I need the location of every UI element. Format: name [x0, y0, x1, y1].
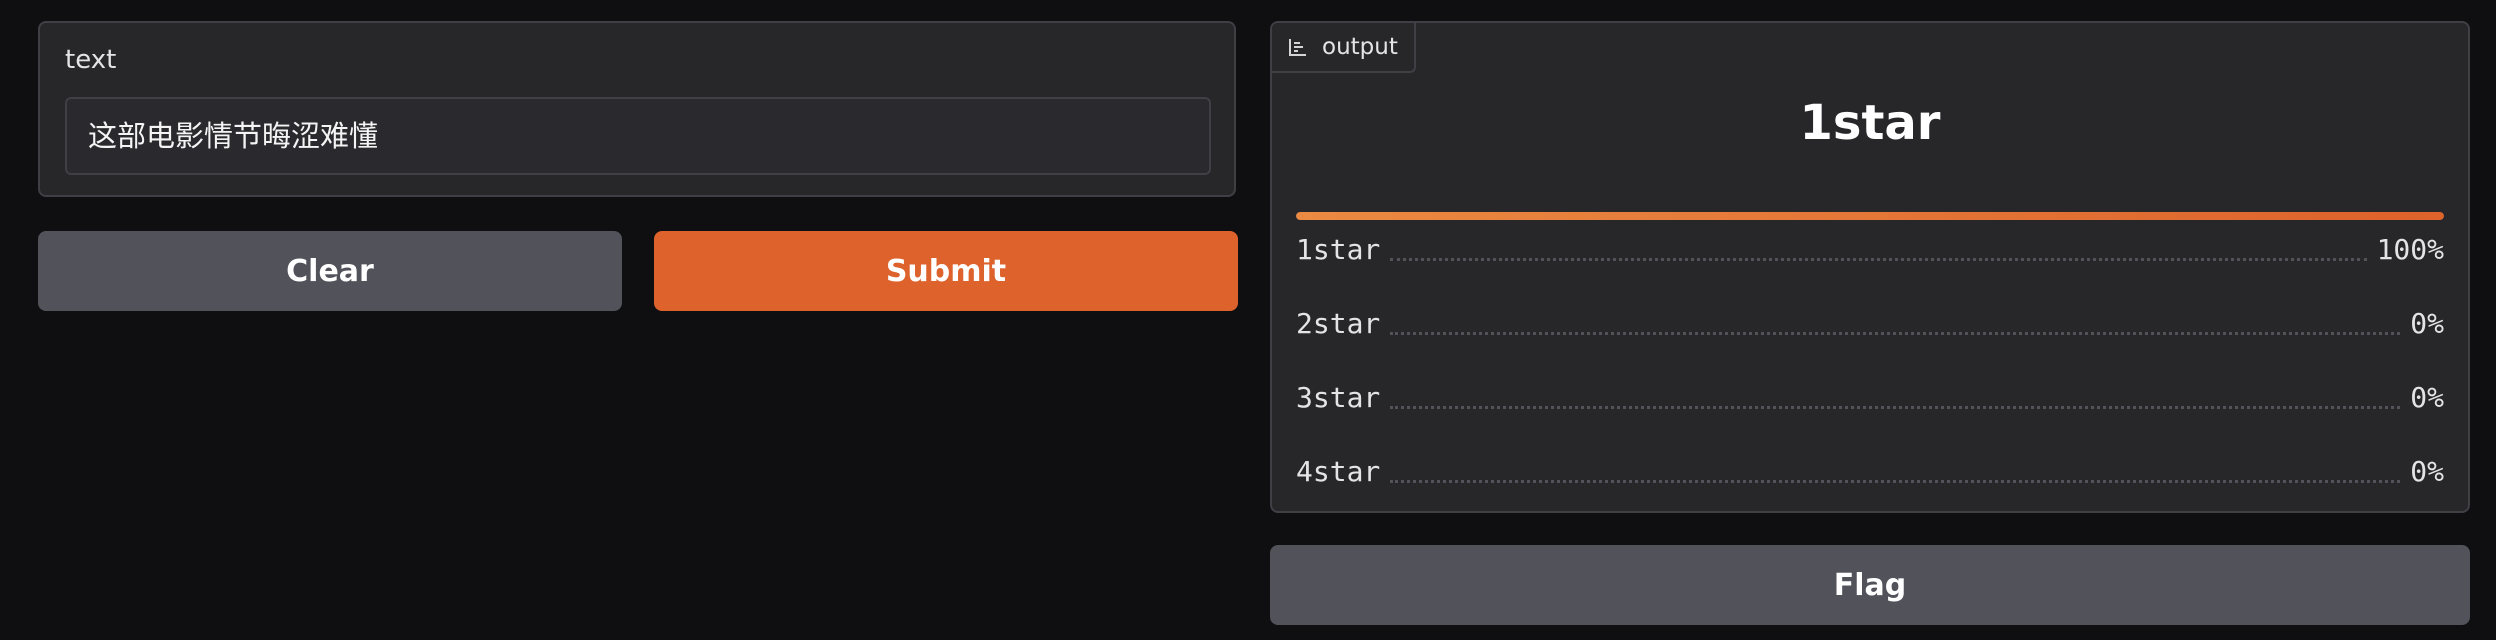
- confidence-label: 3star: [1296, 380, 1381, 414]
- confidence-label: 2star: [1296, 306, 1381, 340]
- confidence-value: 0%: [2410, 306, 2444, 340]
- text-input-block: text 这部电影情节晦涩难懂: [38, 21, 1236, 197]
- confidence-value: 0%: [2410, 454, 2444, 488]
- confidence-row: 4star 0%: [1296, 451, 2444, 491]
- top-confidence-bar: [1296, 212, 2444, 220]
- bar-chart-icon: [1288, 37, 1308, 57]
- clear-button[interactable]: Clear: [38, 231, 622, 311]
- confidence-value: 0%: [2410, 380, 2444, 414]
- text-input-field[interactable]: 这部电影情节晦涩难懂: [65, 97, 1211, 175]
- confidence-row: 2star 0%: [1296, 303, 2444, 343]
- dotted-leader: [1390, 479, 2401, 483]
- submit-button[interactable]: Submit: [654, 231, 1238, 311]
- output-block: output 1star 1star 100% 2star 0% 3star 0…: [1270, 21, 2470, 513]
- dotted-leader: [1390, 331, 2401, 335]
- output-tab: output: [1272, 23, 1416, 73]
- confidence-label: 1star: [1296, 232, 1381, 266]
- confidence-value: 100%: [2376, 232, 2444, 266]
- top-confidence-fill: [1296, 212, 2444, 220]
- predicted-label: 1star: [1799, 95, 1941, 151]
- confidence-label: 4star: [1296, 454, 1381, 488]
- output-tab-label: output: [1322, 34, 1398, 60]
- app-page: text 这部电影情节晦涩难懂 Clear Submit output 1sta…: [0, 0, 2496, 640]
- dotted-leader: [1390, 257, 2367, 261]
- flag-button[interactable]: Flag: [1270, 545, 2470, 625]
- text-input-label: text: [65, 45, 117, 75]
- dotted-leader: [1390, 405, 2401, 409]
- confidence-row: 1star 100%: [1296, 229, 2444, 269]
- confidence-row: 3star 0%: [1296, 377, 2444, 417]
